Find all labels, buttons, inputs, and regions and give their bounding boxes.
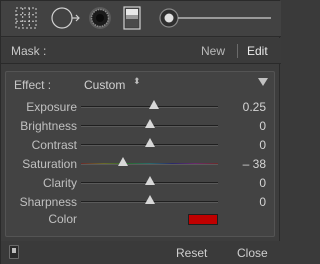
effect-preset-select[interactable]: Custom ⬍: [84, 77, 141, 93]
reset-button[interactable]: Reset: [176, 246, 207, 260]
saturation-slider-track[interactable]: [81, 163, 218, 165]
collapse-triangle-icon[interactable]: [258, 78, 268, 86]
mask-header: Mask : New Edit: [1, 38, 281, 64]
exposure-label: Exposure: [26, 100, 77, 114]
slider-row-clarity: Clarity 0: [6, 174, 276, 192]
mask-edit-button[interactable]: Edit: [247, 44, 268, 58]
slider-row-brightness: Brightness 0: [6, 117, 276, 135]
mask-divider: [237, 44, 238, 58]
effect-section: Effect : Custom ⬍ Exposure 0.25 Brightness…: [5, 71, 275, 237]
crop-overlay-icon[interactable]: [13, 5, 39, 31]
clarity-label: Clarity: [42, 176, 77, 190]
footer-bar: Reset Close: [1, 241, 281, 264]
adjustment-brush-icon[interactable]: [157, 5, 273, 31]
mask-label: Mask :: [11, 44, 47, 58]
exposure-value[interactable]: 0.25: [243, 100, 266, 114]
slider-row-contrast: Contrast 0: [6, 136, 276, 154]
saturation-value[interactable]: – 38: [243, 157, 266, 171]
mask-new-button[interactable]: New: [201, 44, 225, 58]
saturation-slider-thumb[interactable]: [118, 157, 129, 166]
clarity-slider-thumb[interactable]: [144, 176, 155, 185]
graduated-filter-icon[interactable]: [122, 5, 142, 31]
sharpness-label: Sharpness: [19, 195, 77, 209]
effect-preset-value: Custom: [84, 78, 126, 92]
saturation-label: Saturation: [22, 157, 77, 171]
sharpness-slider-thumb[interactable]: [144, 195, 155, 204]
contrast-slider-thumb[interactable]: [144, 138, 155, 147]
slider-row-sharpness: Sharpness 0: [6, 193, 276, 211]
panel-toggle-switch-icon[interactable]: [9, 245, 19, 259]
red-eye-icon[interactable]: [87, 5, 113, 31]
brightness-label: Brightness: [20, 119, 77, 133]
tool-strip: [1, 1, 281, 37]
slider-row-exposure: Exposure 0.25: [6, 98, 276, 116]
color-label: Color: [48, 212, 77, 226]
brightness-slider-thumb[interactable]: [144, 119, 155, 128]
updown-arrows-icon: ⬍: [133, 76, 141, 86]
contrast-value[interactable]: 0: [259, 138, 266, 152]
effect-label: Effect :: [14, 78, 52, 92]
adjustment-brush-panel: Mask : New Edit Effect : Custom ⬍ Exposu…: [0, 0, 281, 264]
contrast-label: Contrast: [31, 138, 77, 152]
color-row: Color: [6, 210, 276, 228]
slider-row-saturation: Saturation – 38: [6, 155, 276, 173]
color-swatch[interactable]: [188, 214, 218, 225]
brightness-value[interactable]: 0: [259, 119, 266, 133]
close-button[interactable]: Close: [237, 246, 268, 260]
clarity-value[interactable]: 0: [259, 176, 266, 190]
exposure-slider-thumb[interactable]: [148, 100, 159, 109]
spot-removal-icon[interactable]: [49, 5, 81, 31]
sharpness-value[interactable]: 0: [259, 195, 266, 209]
